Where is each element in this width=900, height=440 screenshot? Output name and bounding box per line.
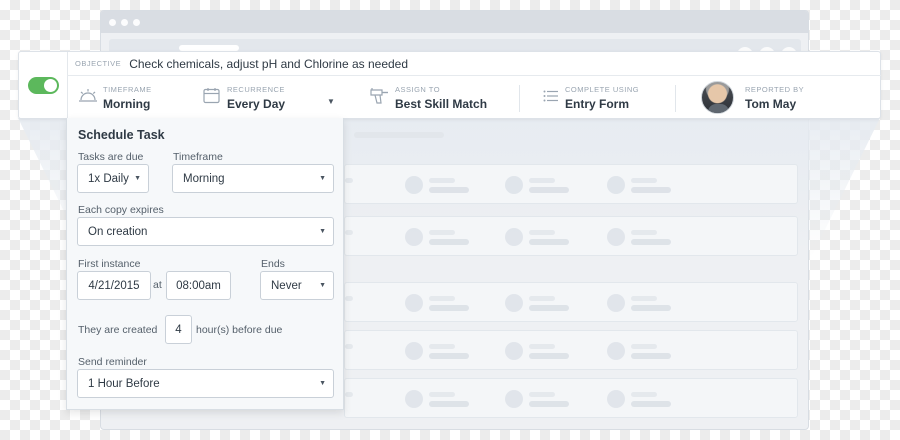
reminder-label: Send reminder <box>78 356 147 368</box>
chevron-down-icon: ▼ <box>319 380 326 387</box>
list-icon <box>543 90 558 102</box>
background-list-row <box>344 164 798 204</box>
expires-value: On creation <box>88 226 148 238</box>
at-label: at <box>153 279 162 291</box>
ends-value: Never <box>271 280 302 292</box>
window-dot-icon <box>109 18 116 26</box>
chevron-down-icon[interactable]: ▼ <box>327 97 335 106</box>
first-instance-time-input[interactable]: 08:00am <box>166 271 231 300</box>
background-list-row <box>344 378 798 418</box>
reported-by-label: REPORTED BY <box>745 85 805 94</box>
first-instance-date-input[interactable]: 4/21/2015 <box>77 271 151 300</box>
ends-select[interactable]: Never ▼ <box>260 271 334 300</box>
chevron-down-icon: ▼ <box>319 228 326 235</box>
avatar-body <box>708 104 729 113</box>
created-suffix-label: hour(s) before due <box>196 324 283 336</box>
reminder-value: 1 Hour Before <box>88 378 160 390</box>
expires-select[interactable]: On creation ▼ <box>77 217 334 246</box>
sunrise-icon <box>79 89 97 102</box>
background-header-placeholder <box>354 132 444 138</box>
window-dot-icon <box>121 18 128 26</box>
timeframe-field[interactable]: TIMEFRAME Morning <box>75 76 199 120</box>
timeframe-value: Morning <box>103 97 151 111</box>
schedule-task-panel: Schedule Task Tasks are due 1x Daily ▼ T… <box>66 118 344 410</box>
toggle-knob <box>44 79 57 92</box>
reported-by-value: Tom May <box>745 97 797 111</box>
field-separator <box>519 85 520 112</box>
first-instance-date: 4/21/2015 <box>88 280 140 292</box>
background-list-row <box>344 330 798 370</box>
objective-text[interactable]: Check chemicals, adjust pH and Chlorine … <box>129 57 408 71</box>
complete-using-value: Entry Form <box>565 97 630 111</box>
created-hours-value: 4 <box>175 324 182 336</box>
calendar-icon <box>203 88 220 104</box>
timeframe-select[interactable]: Morning ▼ <box>172 164 334 193</box>
objective-label: OBJECTIVE <box>75 59 122 68</box>
task-enabled-toggle[interactable] <box>28 77 59 94</box>
recurrence-field[interactable]: RECURRENCE Every Day ▼ <box>203 76 343 120</box>
timeframe-select-label: Timeframe <box>173 151 223 163</box>
tasks-due-label: Tasks are due <box>78 151 144 163</box>
window-dot-icon <box>133 18 140 26</box>
complete-using-field[interactable]: COMPLETE USING Entry Form <box>543 76 673 120</box>
avatar[interactable] <box>701 81 734 114</box>
assign-to-label: ASSIGN TO <box>395 85 441 94</box>
chevron-down-icon: ▼ <box>319 175 326 182</box>
reported-by-field[interactable]: REPORTED BY Tom May <box>745 76 875 120</box>
complete-using-label: COMPLETE USING <box>565 85 640 94</box>
chevron-down-icon: ▼ <box>319 282 326 289</box>
recurrence-value: Every Day <box>227 97 286 111</box>
reminder-select[interactable]: 1 Hour Before ▼ <box>77 369 334 398</box>
created-hours-input[interactable]: 4 <box>165 315 192 344</box>
ends-label: Ends <box>261 258 285 270</box>
background-titlebar <box>101 11 808 33</box>
timeframe-label: TIMEFRAME <box>103 85 152 94</box>
objective-row[interactable]: OBJECTIVE Check chemicals, adjust pH and… <box>67 52 881 76</box>
tasks-due-value: 1x Daily <box>88 173 129 185</box>
drill-icon <box>370 88 388 104</box>
assign-to-field[interactable]: ASSIGN TO Best Skill Match <box>369 76 519 120</box>
first-instance-time: 08:00am <box>176 280 221 292</box>
chevron-down-icon: ▼ <box>134 175 141 182</box>
timeframe-select-value: Morning <box>183 173 225 185</box>
panel-title: Schedule Task <box>78 128 165 142</box>
recurrence-label: RECURRENCE <box>227 85 285 94</box>
created-label: They are created <box>78 324 158 336</box>
expires-label: Each copy expires <box>78 204 164 216</box>
first-instance-label: First instance <box>78 258 141 270</box>
assign-to-value: Best Skill Match <box>395 97 488 111</box>
background-list-row <box>344 216 798 256</box>
background-list-row <box>344 282 798 322</box>
tasks-due-select[interactable]: 1x Daily ▼ <box>77 164 149 193</box>
task-card: OBJECTIVE Check chemicals, adjust pH and… <box>18 51 881 120</box>
background-task-list <box>344 120 800 420</box>
field-separator <box>675 85 676 112</box>
